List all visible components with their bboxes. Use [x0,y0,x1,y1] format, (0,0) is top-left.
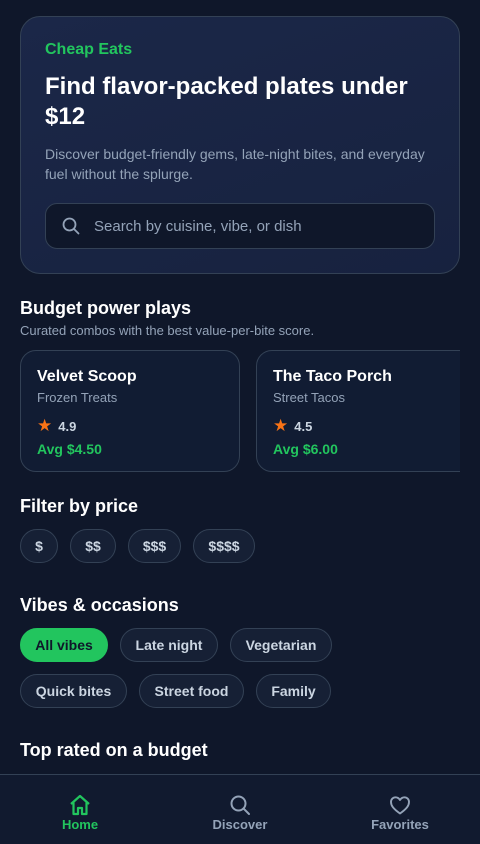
vibe-chip-late-night[interactable]: Late night [120,628,218,662]
nav-item-discover[interactable]: Discover [160,793,320,833]
nav-label-home: Home [61,817,99,832]
deal-category: Street Tacos [273,390,346,405]
vibe-chip-all[interactable]: All vibes [20,628,108,662]
hero-title: Find flavor-packed plates under $12 [45,73,408,130]
vibe-chip-family[interactable]: Family [256,674,331,708]
power-plays-carousel[interactable]: Velvet Scoop Frozen Treats ★ 4.9 Avg $4.… [20,350,460,472]
deal-rating: ★ 4.5 [273,416,459,435]
deal-category: Frozen Treats [37,390,118,405]
price-chip-1[interactable]: $ [20,529,58,563]
hero-subtitle: Discover budget-friendly gems, late-nigh… [45,146,425,182]
deal-rating: ★ 4.9 [37,416,223,435]
deal-avg-price: Avg $4.50 [37,441,102,457]
deal-name: Velvet Scoop [37,368,137,385]
search-placeholder: Search by cuisine, vibe, or dish [94,217,302,235]
top-rated-title: Top rated on a budget [20,740,208,760]
nav-item-favorites[interactable]: Favorites [320,793,480,833]
search-icon [62,217,80,235]
star-icon: ★ [273,416,289,435]
search-icon [228,793,252,817]
deal-card[interactable]: Velvet Scoop Frozen Treats ★ 4.9 Avg $4.… [20,350,240,472]
nav-label-discover: Discover [212,817,268,832]
deal-rating-value: 4.9 [58,418,77,434]
hero-card: Cheap Eats Find flavor-packed plates und… [20,16,460,274]
power-plays-title: Budget power plays [20,298,192,318]
price-chip-4[interactable]: $$$$ [193,529,255,563]
star-icon: ★ [37,416,53,435]
deal-card[interactable]: The Taco Porch Street Tacos ★ 4.5 Avg $6… [256,350,460,472]
search-input[interactable]: Search by cuisine, vibe, or dish [45,203,435,249]
bottom-nav: Home Discover Favorites [0,774,480,844]
nav-label-favorites: Favorites [371,817,429,832]
home-icon [68,793,92,817]
deal-rating-value: 4.5 [294,418,313,434]
deal-name: The Taco Porch [273,368,392,385]
price-chip-3[interactable]: $$$ [128,529,181,563]
hero-eyebrow: Cheap Eats [45,41,133,58]
vibe-chip-street-food[interactable]: Street food [139,674,244,708]
vibes-title: Vibes & occasions [20,595,179,615]
price-filter-title: Filter by price [20,496,139,516]
cheap-eats-screen: Cheap Eats Find flavor-packed plates und… [0,0,480,844]
deal-avg-price: Avg $6.00 [273,441,338,457]
price-chip-2[interactable]: $$ [70,529,116,563]
vibe-chip-vegetarian[interactable]: Vegetarian [230,628,332,662]
vibe-chip-quick-bites[interactable]: Quick bites [20,674,127,708]
heart-icon [388,793,412,817]
power-plays-subtitle: Curated combos with the best value-per-b… [20,323,315,338]
nav-item-home[interactable]: Home [0,793,160,833]
